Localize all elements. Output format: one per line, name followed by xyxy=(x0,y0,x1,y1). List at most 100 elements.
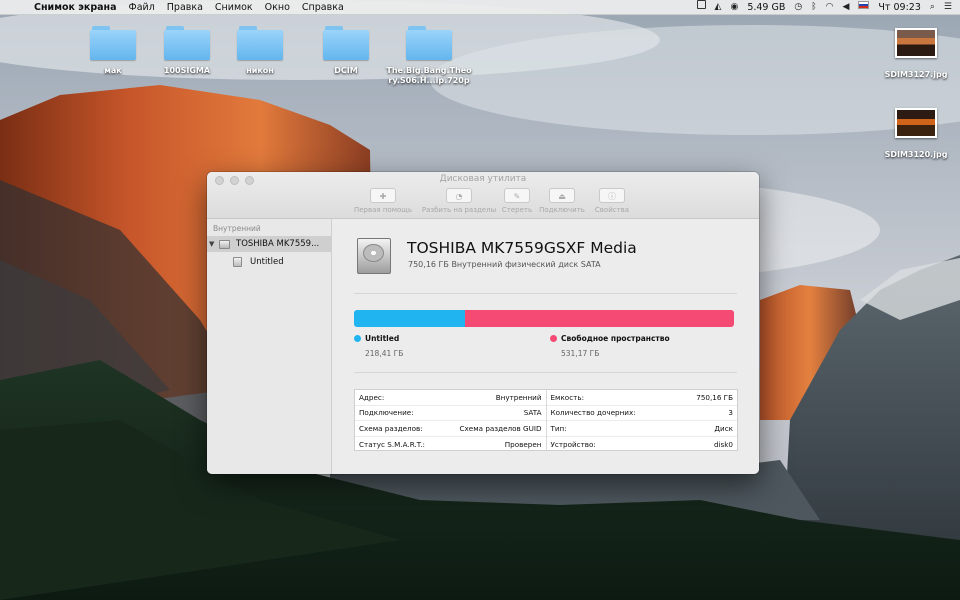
menu-capture[interactable]: Снимок xyxy=(215,2,253,13)
erase-button[interactable]: ✎ Стереть xyxy=(499,188,535,214)
menu-edit[interactable]: Правка xyxy=(167,2,203,13)
folder-icon xyxy=(90,26,136,60)
first-aid-icon: ✚ xyxy=(370,188,396,203)
usage-bar xyxy=(354,310,734,327)
image-thumbnail xyxy=(895,108,937,138)
desktop-folder[interactable]: мак xyxy=(73,26,153,76)
desktop-file[interactable]: SDIM3127.jpg xyxy=(876,28,956,80)
spotlight-search-icon[interactable]: ⌕ xyxy=(930,0,935,14)
desktop-folder[interactable]: The.Big.Bang.Theo ry.S06.H...ip.720p xyxy=(386,26,472,86)
usage-bar-free-segment xyxy=(464,310,734,327)
info-row: Емкость: 750,16 ГБ xyxy=(546,390,737,406)
sidebar: Внутренний ▼ TOSHIBA MK7559... Untitled xyxy=(207,219,332,474)
info-value: Схема разделов GUID xyxy=(459,423,542,433)
info-value: Внутренний xyxy=(495,392,542,402)
desktop-file[interactable]: SDIM3120.jpg xyxy=(876,108,956,160)
legend-free-name: Свободное пространство xyxy=(561,334,670,343)
info-label: Статус S.M.A.R.T.: xyxy=(359,439,425,449)
disk-utility-window: Дисковая утилита ✚ Первая помощь ◔ Разби… xyxy=(207,172,759,474)
toolbar-label: Стереть xyxy=(501,206,533,214)
mount-button[interactable]: ⏏ Подключить xyxy=(535,188,589,214)
info-value: 750,16 ГБ xyxy=(696,392,733,402)
info-table: Адрес: Внутренний Подключение: SATA Схема … xyxy=(354,389,738,451)
desktop-folder[interactable]: никон xyxy=(220,26,300,76)
bluetooth-icon[interactable]: ᛒ xyxy=(811,0,816,14)
folder-icon xyxy=(237,26,283,60)
info-row: Схема разделов: Схема разделов GUID xyxy=(355,421,546,437)
desktop-folder-label: DCIM xyxy=(334,66,358,75)
disk-details-pane: TOSHIBA MK7559GSXF Media 750,16 ГБ Внутр… xyxy=(332,219,759,474)
sidebar-item-label: Untitled xyxy=(250,257,284,267)
desktop-file-label: SDIM3120.jpg xyxy=(884,150,948,159)
info-row: Устройство: disk0 xyxy=(547,437,738,453)
disk-subtitle: 750,16 ГБ Внутренний физический диск SAT… xyxy=(408,260,601,269)
folder-icon xyxy=(164,26,210,60)
memory-monitor-icon[interactable]: ◉ xyxy=(730,0,738,14)
info-value: 3 xyxy=(728,408,733,418)
menu-window[interactable]: Окно xyxy=(265,2,290,13)
info-value: disk0 xyxy=(713,439,733,449)
desktop-folder-label: мак xyxy=(104,66,122,75)
desktop-folder-label: The.Big.Bang.Theo ry.S06.H...ip.720p xyxy=(386,66,472,85)
time-machine-icon[interactable]: ◷ xyxy=(794,0,802,14)
partition-button[interactable]: ◔ Разбить на разделы xyxy=(419,188,499,214)
wifi-icon[interactable]: ◠ xyxy=(826,0,834,14)
notification-center-icon[interactable]: ☰ xyxy=(944,0,952,14)
input-source-flag-icon[interactable] xyxy=(858,0,870,14)
menubar-clock[interactable]: Чт 09:23 xyxy=(878,2,920,13)
image-thumbnail xyxy=(895,28,937,58)
info-label: Подключение: xyxy=(359,408,414,418)
info-value: Проверен xyxy=(504,439,542,449)
desktop-folder-label: 100SIGMA xyxy=(163,66,211,75)
toolbar: ✚ Первая помощь ◔ Разбить на разделы ✎ С… xyxy=(347,188,635,214)
printer-icon[interactable] xyxy=(696,0,706,14)
toolbar-label: Первая помощь xyxy=(353,206,412,214)
info-label: Устройство: xyxy=(550,439,596,449)
toolbar-label: Свойства xyxy=(594,206,630,214)
info-row: Тип: Диск xyxy=(546,421,737,437)
legend-free-size: 531,17 ГБ xyxy=(561,349,600,358)
desktop-folder[interactable]: DCIM xyxy=(306,26,386,76)
info-label: Тип: xyxy=(550,423,567,433)
first-aid-button[interactable]: ✚ Первая помощь xyxy=(347,188,419,214)
folder-icon xyxy=(323,26,369,60)
used-dot-icon xyxy=(354,335,361,342)
memory-readout[interactable]: 5.49 GB xyxy=(747,2,785,13)
info-row: Статус S.M.A.R.T.: Проверен xyxy=(355,437,546,453)
info-row: Количество дочерних: 3 xyxy=(546,406,737,421)
legend-used-name: Untitled xyxy=(365,334,400,343)
volume-icon[interactable]: ◀ xyxy=(843,0,850,14)
info-column-left: Адрес: Внутренний Подключение: SATA Схема … xyxy=(355,390,547,450)
menu-file[interactable]: Файл xyxy=(129,2,155,13)
window-titlebar[interactable]: Дисковая утилита ✚ Первая помощь ◔ Разби… xyxy=(207,172,759,219)
folder-icon xyxy=(406,26,452,60)
info-label: Адрес: xyxy=(359,392,385,402)
info-value: Диск xyxy=(714,423,733,433)
menu-app-name[interactable]: Снимок экрана xyxy=(34,2,117,13)
sidebar-section-internal: Внутренний xyxy=(213,224,261,233)
sidebar-item-disk[interactable]: ▼ TOSHIBA MK7559... xyxy=(207,236,331,252)
menubar-status-area: ◭ ◉ 5.49 GB ◷ ᛒ ◠ ◀ Чт 09:23 ⌕ ☰ xyxy=(696,0,952,14)
divider xyxy=(354,372,737,373)
volume-icon xyxy=(233,257,242,267)
divider xyxy=(354,293,737,294)
legend-used-size: 218,41 ГБ xyxy=(365,349,404,358)
window-title: Дисковая утилита xyxy=(439,174,527,184)
info-label: Количество дочерних: xyxy=(550,408,636,418)
info-row: Подключение: SATA xyxy=(355,406,546,421)
info-button[interactable]: ⓘ Свойства xyxy=(589,188,635,214)
desktop-folder[interactable]: 100SIGMA xyxy=(147,26,227,76)
free-dot-icon xyxy=(550,335,557,342)
menu-help[interactable]: Справка xyxy=(302,2,344,13)
adobe-icon[interactable]: ◭ xyxy=(715,0,722,14)
desktop-folder-label: никон xyxy=(246,66,274,75)
disk-title: TOSHIBA MK7559GSXF Media xyxy=(407,239,637,257)
legend-free: Свободное пространство 531,17 ГБ xyxy=(550,334,670,358)
info-column-right: Емкость: 750,16 ГБ Количество дочерних: 3 … xyxy=(546,390,738,453)
legend-used: Untitled 218,41 ГБ xyxy=(354,334,403,358)
sidebar-item-volume[interactable]: Untitled xyxy=(207,254,331,270)
info-value: SATA xyxy=(523,408,542,418)
hard-disk-icon xyxy=(355,237,393,275)
sidebar-item-label: TOSHIBA MK7559... xyxy=(236,239,320,249)
disclosure-triangle-icon[interactable]: ▼ xyxy=(209,240,219,248)
